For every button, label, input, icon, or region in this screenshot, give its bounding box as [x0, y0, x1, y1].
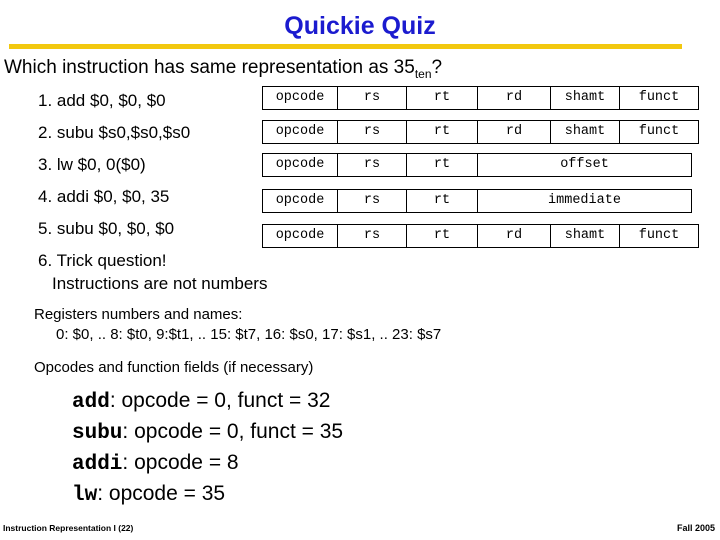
field-rs: rs	[337, 153, 407, 177]
mnemonic-add: add	[72, 391, 110, 414]
title-underline-rule	[9, 44, 682, 49]
footer-right-text: Fall 2005	[676, 523, 715, 533]
field-opcode: opcode	[262, 86, 338, 110]
conclusions-block: add: opcode = 0, funct = 32 subu: opcode…	[72, 386, 343, 510]
field-immediate: immediate	[477, 189, 692, 213]
question-subscript: ten	[414, 66, 432, 81]
question-suffix: ?	[431, 57, 443, 78]
table-row: opcode rs rt offset	[262, 153, 692, 177]
field-opcode: opcode	[262, 224, 338, 248]
footer-left-text: Instruction Representation I (22)	[3, 523, 134, 533]
instruction-format-table-1: opcode rs rt rd shamt funct	[262, 86, 699, 110]
field-rt: rt	[406, 120, 478, 144]
instruction-format-table-2: opcode rs rt rd shamt funct	[262, 120, 699, 144]
field-rd: rd	[477, 224, 551, 248]
field-shamt: shamt	[550, 120, 620, 144]
instruction-format-table-5: opcode rs rt rd shamt funct	[262, 224, 699, 248]
answer-item-3: 3. lw $0, 0($0)	[38, 155, 146, 174]
field-rt: rt	[406, 86, 478, 110]
field-rt: rt	[406, 153, 478, 177]
conclusion-add-text: : opcode = 0, funct = 32	[109, 389, 331, 412]
field-rd: rd	[477, 86, 551, 110]
answer-item-6: 6. Trick question!	[38, 251, 167, 270]
answer-item-2: 2. subu $s0,$s0,$s0	[38, 123, 191, 142]
field-opcode: opcode	[262, 153, 338, 177]
notes-line-opcodes: Opcodes and function fields (if necessar…	[34, 359, 314, 376]
field-shamt: shamt	[550, 86, 620, 110]
field-rt: rt	[406, 224, 478, 248]
answer-list: 1. add $0, $0, $0 2. subu $s0,$s0,$s0 3.…	[38, 85, 268, 271]
conclusion-addi-text: : opcode = 8	[122, 451, 239, 474]
question-line: Which instruction has same representatio…	[4, 57, 442, 81]
question-text: Which instruction has same representatio…	[4, 57, 415, 78]
mnemonic-addi: addi	[72, 453, 123, 476]
field-rs: rs	[337, 120, 407, 144]
conclusion-subu-text: : opcode = 0, funct = 35	[122, 420, 344, 443]
answer-item-5: 5. subu $0, $0, $0	[38, 219, 175, 238]
field-rs: rs	[337, 224, 407, 248]
table-row: opcode rs rt immediate	[262, 189, 692, 213]
page-title: Quickie Quiz	[284, 12, 436, 40]
conclusion-lw: lw: opcode = 35	[72, 479, 343, 510]
conclusion-subu: subu: opcode = 0, funct = 35	[72, 417, 343, 448]
instruction-format-table-3: opcode rs rt offset	[262, 153, 692, 177]
field-shamt: shamt	[550, 224, 620, 248]
field-offset: offset	[477, 153, 692, 177]
field-opcode: opcode	[262, 120, 338, 144]
notes-line-registers: Registers numbers and names:	[34, 306, 243, 323]
answer-item-6-subtext: Instructions are not numbers	[52, 274, 268, 293]
table-row: opcode rs rt rd shamt funct	[262, 86, 699, 110]
table-row: opcode rs rt rd shamt funct	[262, 224, 699, 248]
field-rs: rs	[337, 189, 407, 213]
notes-line-register-numbers: 0: $0, .. 8: $t0, 9:$t1, .. 15: $t7, 16:…	[56, 326, 442, 343]
mnemonic-subu: subu	[72, 422, 123, 445]
field-funct: funct	[619, 86, 699, 110]
answer-item-1: 1. add $0, $0, $0	[38, 91, 166, 110]
conclusion-add: add: opcode = 0, funct = 32	[72, 386, 343, 417]
conclusion-addi: addi: opcode = 8	[72, 448, 343, 479]
mnemonic-lw: lw	[72, 484, 98, 507]
field-rt: rt	[406, 189, 478, 213]
field-funct: funct	[619, 224, 699, 248]
field-rs: rs	[337, 86, 407, 110]
instruction-format-table-4: opcode rs rt immediate	[262, 189, 692, 213]
slide: Quickie Quiz Which instruction has same …	[0, 0, 720, 540]
notes-block: Registers numbers and names: 0: $0, .. 8…	[34, 305, 441, 378]
field-rd: rd	[477, 120, 551, 144]
table-row: opcode rs rt rd shamt funct	[262, 120, 699, 144]
field-funct: funct	[619, 120, 699, 144]
field-opcode: opcode	[262, 189, 338, 213]
conclusion-lw-text: : opcode = 35	[97, 482, 226, 505]
answer-item-4: 4. addi $0, $0, 35	[38, 187, 170, 206]
